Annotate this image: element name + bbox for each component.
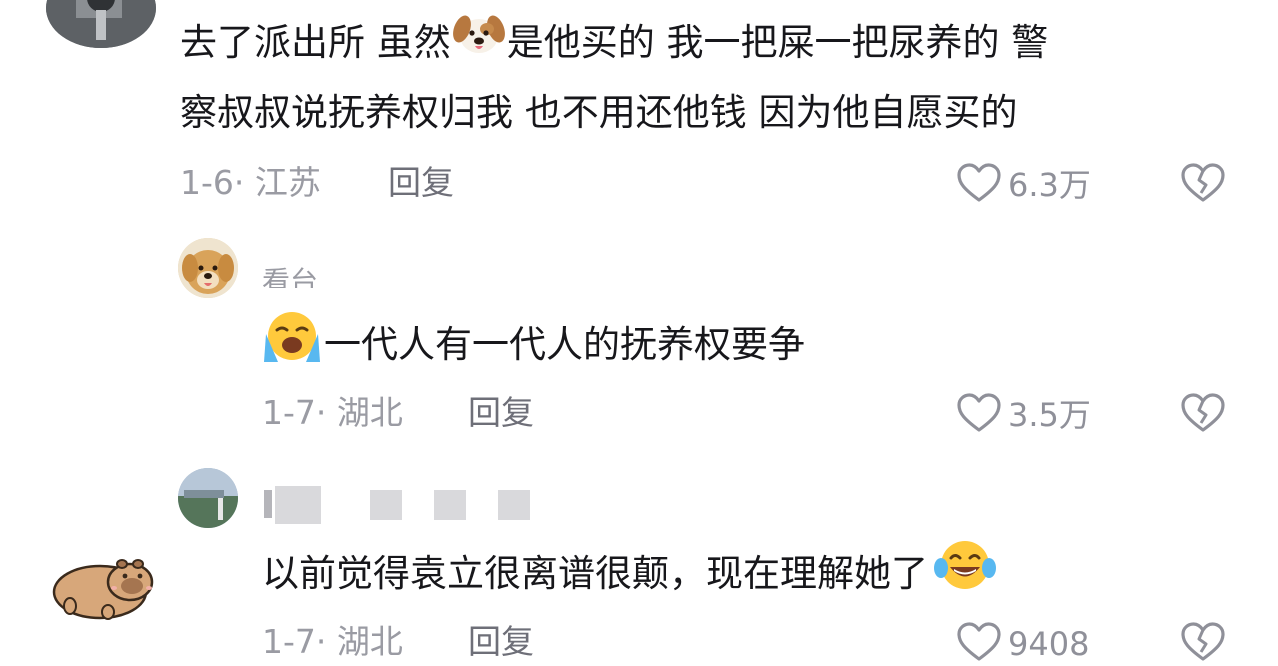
comment-3-like-count: 9408 (1008, 625, 1090, 663)
comment-2-text: 一代人有一代人的抚养权要争 (262, 308, 805, 385)
comment-3-meta: 1-7· 湖北 (262, 622, 403, 661)
comment-2-avatar[interactable] (178, 238, 238, 298)
tears-of-joy-face-icon (932, 538, 998, 613)
capybara-sticker-icon (48, 552, 158, 622)
comment-1-like-button[interactable]: 6.3万 (956, 163, 1091, 207)
comment-3-username-censor (498, 490, 530, 520)
comment-1-meta: 1-6· 江苏 (180, 163, 321, 202)
broken-heart-icon (1181, 622, 1225, 661)
comment-1-text-line2: 察叔叔说抚养权归我 也不用还他钱 因为他自愿买的 (180, 91, 1018, 134)
comment-3-like-button[interactable]: 9408 (956, 622, 1089, 666)
comment-3-reply-button[interactable]: 回复 (468, 622, 534, 662)
heart-icon (956, 163, 1002, 207)
comment-1-reply-button[interactable]: 回复 (388, 163, 454, 203)
comment-3-username-censor (370, 490, 402, 520)
comment-3-username-censor (434, 490, 466, 520)
comment-1-text-line1: 去了派出所 虽然 是他买的 我一把屎一把尿养的 警 (180, 10, 1048, 78)
comment-2-meta: 1-7· 湖北 (262, 393, 403, 432)
broken-heart-icon (1181, 163, 1225, 202)
comment-1-dislike-button[interactable] (1180, 163, 1226, 207)
heart-icon (956, 393, 1002, 437)
comment-3-username-censor (275, 486, 321, 524)
comment-2-dislike-button[interactable] (1180, 393, 1226, 437)
comment-3-dislike-button[interactable] (1180, 622, 1226, 666)
comment-3-username-censor (264, 490, 272, 518)
heart-icon (956, 622, 1002, 666)
comment-2-username[interactable]: 看台 (262, 262, 340, 289)
comment-1-avatar[interactable] (46, 0, 156, 48)
comment-1-like-count: 6.3万 (1008, 166, 1091, 204)
comment-3-text: 以前觉得袁立很离谱很颠，现在理解她了 (262, 538, 998, 613)
loudly-crying-face-icon (262, 308, 322, 385)
comment-2-like-button[interactable]: 3.5万 (956, 393, 1091, 437)
comment-2-like-count: 3.5万 (1008, 396, 1091, 434)
comment-2-reply-button[interactable]: 回复 (468, 393, 534, 433)
broken-heart-icon (1181, 393, 1225, 432)
dog-face-icon (452, 11, 505, 78)
comment-3-avatar[interactable] (178, 468, 238, 528)
